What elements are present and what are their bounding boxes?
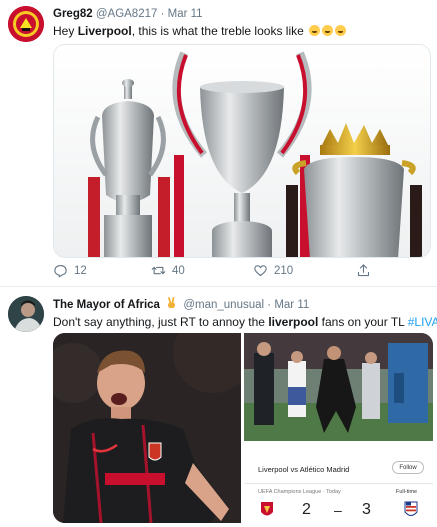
- display-name[interactable]: The Mayor of Africa: [53, 299, 160, 311]
- tweet-media-grid: Liverpool vs Atlético Madrid Follow UEFA…: [53, 333, 433, 523]
- tweet-text-part: Hey: [53, 24, 78, 38]
- match-title: Liverpool vs Atlético Madrid: [258, 465, 350, 474]
- simeone-celebration-image[interactable]: [244, 333, 433, 441]
- reply-icon: [54, 264, 67, 278]
- separator-dot: ·: [160, 8, 165, 20]
- match-status: Full-time: [396, 489, 418, 495]
- joy-emoji-icon: [335, 25, 347, 36]
- retweet-icon: [151, 266, 166, 275]
- man-utd-crest-icon: [8, 6, 44, 42]
- display-name[interactable]: Greg82: [53, 8, 93, 20]
- reply-count: 12: [74, 264, 87, 277]
- liverpool-crest-icon: [261, 502, 273, 516]
- hashtag-link[interactable]: #LIVATL: [408, 315, 437, 329]
- tweet-header: The Mayor of Africa @man_unusual · Mar 1…: [53, 297, 309, 311]
- tweet-actions: 12 40 210: [53, 263, 431, 281]
- share-button[interactable]: [356, 263, 371, 278]
- joy-emoji-icon: [322, 25, 334, 36]
- tweet-text: Don't say anything, just RT to annoy the…: [53, 315, 437, 329]
- trophies-photo: [54, 45, 430, 257]
- celebrating-player-image[interactable]: [53, 333, 241, 523]
- heart-icon: [254, 265, 267, 277]
- tweet-text-part: , this is what the treble looks like: [131, 24, 304, 38]
- trophies-image[interactable]: [53, 44, 431, 258]
- joy-emoji-icon: [309, 25, 321, 36]
- user-handle[interactable]: @AGA8217: [96, 8, 158, 20]
- avatar[interactable]: [8, 296, 44, 332]
- user-handle[interactable]: @man_unusual: [183, 299, 264, 311]
- retweet-button[interactable]: 40: [151, 263, 185, 278]
- like-count: 210: [274, 264, 294, 277]
- home-score: 2: [302, 501, 311, 518]
- profile-photo: [8, 296, 44, 332]
- divider: [244, 483, 433, 484]
- separator-dot: ·: [267, 299, 272, 311]
- avatar[interactable]: [8, 6, 44, 42]
- score-separator: –: [334, 502, 342, 518]
- share-icon: [357, 264, 370, 277]
- timestamp[interactable]: Mar 11: [274, 299, 309, 311]
- away-score: 3: [362, 501, 371, 518]
- tweet-text: Hey Liverpool, this is what the treble l…: [53, 24, 347, 38]
- tweet-text-part: Don't say anything, just RT to annoy the: [53, 315, 269, 329]
- bold-mention: Liverpool: [77, 24, 132, 38]
- score-card-image[interactable]: Liverpool vs Atlético Madrid Follow UEFA…: [244, 443, 433, 523]
- tweet-2[interactable]: The Mayor of Africa @man_unusual · Mar 1…: [0, 287, 437, 527]
- player-celebration-photo: [53, 333, 241, 523]
- score-card: Liverpool vs Atlético Madrid Follow UEFA…: [244, 443, 433, 523]
- follow-label: Follow: [399, 464, 417, 471]
- reply-button[interactable]: 12: [53, 263, 87, 278]
- like-button[interactable]: 210: [253, 263, 293, 278]
- competition-label: UEFA Champions League · Today: [258, 489, 341, 495]
- pitchside-photo: [244, 333, 433, 441]
- timestamp[interactable]: Mar 11: [168, 8, 203, 20]
- tweet-header: Greg82 @AGA8217 · Mar 11: [53, 8, 203, 20]
- atletico-madrid-crest-icon: [404, 501, 418, 516]
- victory-hand-emoji-icon: [168, 297, 176, 308]
- follow-button[interactable]: Follow: [392, 461, 424, 474]
- tweet-text-part: fans on your TL: [318, 315, 408, 329]
- retweet-count: 40: [172, 264, 185, 277]
- bold-mention: liverpool: [268, 315, 319, 329]
- tweet-1[interactable]: Greg82 @AGA8217 · Mar 11 Hey Liverpool, …: [0, 0, 437, 287]
